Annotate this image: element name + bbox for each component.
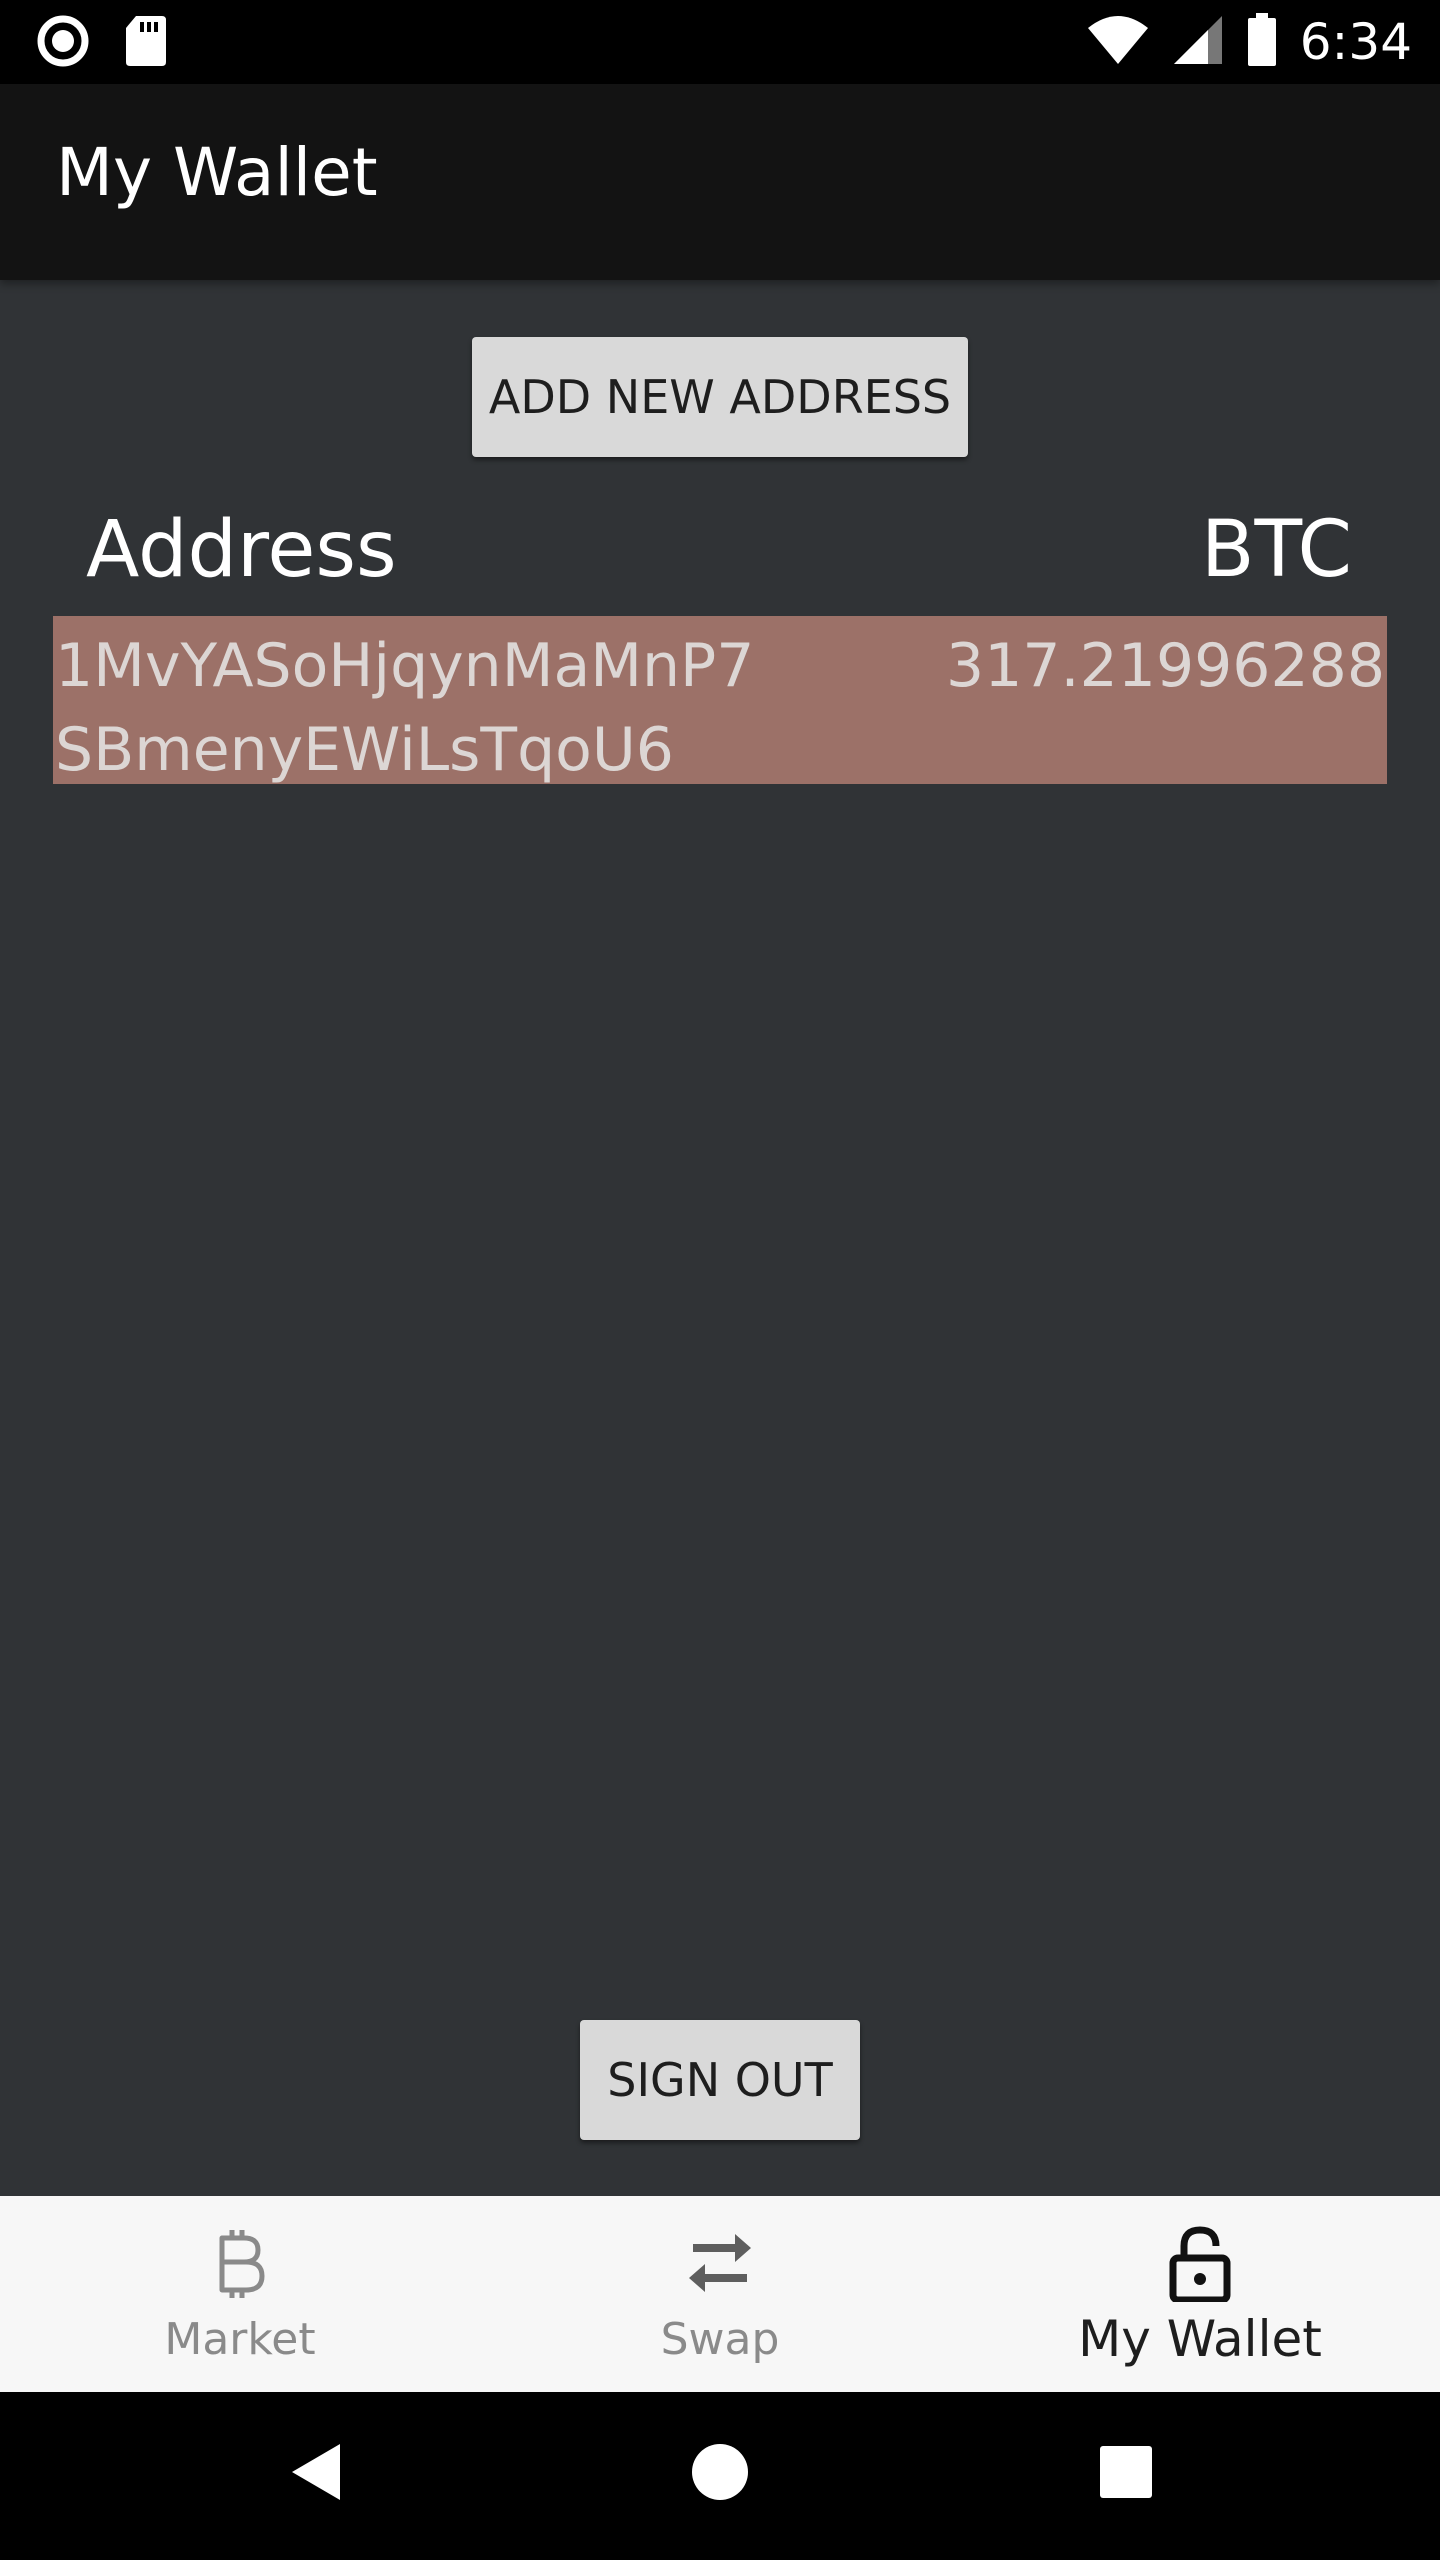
address-column-header: Address (86, 505, 397, 595)
swap-arrows-icon (685, 2226, 755, 2307)
nav-label-my-wallet: My Wallet (1078, 2310, 1322, 2368)
nav-item-my-wallet[interactable]: My Wallet (960, 2196, 1440, 2392)
recents-icon[interactable] (1098, 2440, 1154, 2509)
table-row[interactable]: 1MvYASoHjqynMaMnP7SBmenyEWiLsTqoU6 317.2… (53, 616, 1387, 785)
nav-label-swap: Swap (660, 2314, 780, 2365)
wallet-address: 1MvYASoHjqynMaMnP7SBmenyEWiLsTqoU6 (55, 631, 755, 785)
btc-column-header: BTC (1200, 505, 1352, 595)
back-icon[interactable] (288, 2440, 342, 2509)
record-icon (36, 14, 90, 73)
home-icon[interactable] (690, 2440, 750, 2509)
lock-open-icon (1168, 2226, 1232, 2307)
bottom-navigation: Market Swap My Wallet (0, 2196, 1440, 2392)
status-bar: 6:34 (0, 0, 1440, 84)
cell-signal-icon (1172, 14, 1224, 71)
wifi-icon (1086, 14, 1150, 71)
wallet-balance: 317.21996288 (946, 631, 1385, 701)
nav-item-swap[interactable]: Swap (480, 2196, 960, 2392)
system-navigation-bar (0, 2392, 1440, 2560)
battery-icon (1246, 12, 1278, 72)
status-clock: 6:34 (1299, 13, 1412, 71)
add-new-address-button[interactable]: ADD NEW ADDRESS (472, 337, 968, 457)
nav-label-market: Market (164, 2314, 316, 2365)
app-bar: My Wallet (0, 84, 1440, 280)
bitcoin-icon (210, 2226, 270, 2307)
page-title: My Wallet (56, 134, 378, 211)
sign-out-button[interactable]: SIGN OUT (580, 2020, 860, 2140)
nav-item-market[interactable]: Market (0, 2196, 480, 2392)
sd-card-icon (124, 14, 168, 73)
